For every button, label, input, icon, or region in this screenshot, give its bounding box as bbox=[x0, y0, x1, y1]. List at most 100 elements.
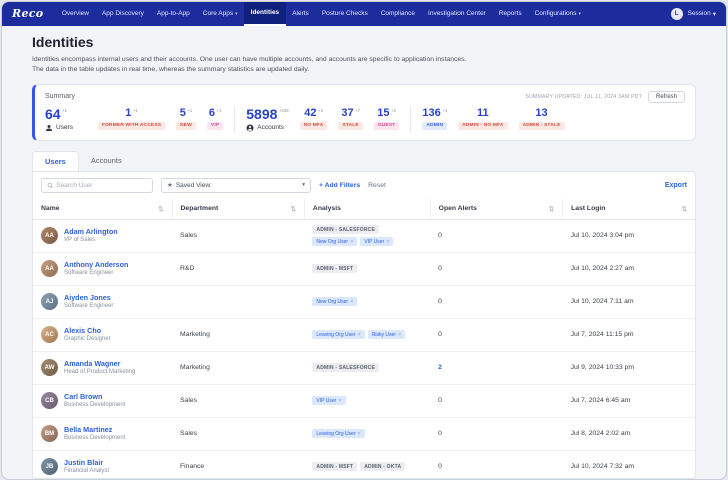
tag-close-icon[interactable]: × bbox=[350, 239, 353, 245]
nav-item-app-discovery[interactable]: App Discovery bbox=[95, 2, 150, 26]
stat-new: 5+1 NEW bbox=[176, 107, 196, 130]
tag-close-icon[interactable]: × bbox=[350, 299, 353, 305]
last-login-cell: Jul 7, 2024 6:45 am bbox=[563, 384, 695, 417]
nav-item-configurations[interactable]: Configurations▾ bbox=[528, 2, 587, 26]
analysis-tag[interactable]: VIP User× bbox=[312, 396, 345, 405]
tag-close-icon[interactable]: × bbox=[358, 332, 361, 338]
table-row[interactable]: BMBella MartinezBusiness Development Sal… bbox=[33, 417, 695, 450]
table-header-row: Name⇅ Department⇅ Analysis Open Alerts⇅ … bbox=[33, 199, 695, 220]
last-login-cell: Jul 9, 2024 10:33 pm bbox=[563, 351, 695, 384]
session-menu[interactable]: Session▾ bbox=[688, 10, 716, 18]
app-window: Reco Overview App Discovery App-to-App C… bbox=[1, 1, 727, 480]
tab-accounts[interactable]: Accounts bbox=[79, 151, 134, 171]
header-last-login[interactable]: Last Login⇅ bbox=[563, 199, 695, 220]
user-name-link[interactable]: Carl Brown bbox=[64, 392, 125, 401]
analysis-tag: ADMIN - SALESFORCE bbox=[312, 225, 379, 234]
nav-item-identities[interactable]: Identities bbox=[244, 2, 286, 26]
table-row[interactable]: CBCarl BrownBusiness Development Sales V… bbox=[33, 384, 695, 417]
analysis-tag[interactable]: VIP User× bbox=[360, 237, 393, 246]
nav-item-reports[interactable]: Reports bbox=[492, 2, 528, 26]
tag-close-icon[interactable]: × bbox=[338, 398, 341, 404]
table-row[interactable]: AAAnthony AndersonSoftware Engineer R&D … bbox=[33, 252, 695, 285]
department-cell: Marketing bbox=[172, 351, 304, 384]
table-row[interactable]: AJAiyden JonesSoftware Engineer New Org … bbox=[33, 285, 695, 318]
status-badge: VIP bbox=[207, 122, 223, 130]
tag-close-icon[interactable]: × bbox=[358, 431, 361, 437]
analysis-tag: ADMIN - SALESFORCE bbox=[312, 363, 379, 372]
summary-stats-row: 64+1 Users 1+1 FORMER WITH ACCESS 5+1 NE… bbox=[45, 107, 685, 132]
analysis-tag[interactable]: New Org User× bbox=[312, 297, 357, 306]
user-name-link[interactable]: Aiyden Jones bbox=[64, 293, 113, 302]
nav-item-core-apps[interactable]: Core Apps▾ bbox=[196, 2, 244, 26]
user-avatar[interactable]: L bbox=[671, 8, 683, 20]
open-alerts-count: 0 bbox=[438, 232, 442, 239]
analysis-tag[interactable]: New Org User× bbox=[312, 237, 357, 246]
user-name-link[interactable]: Adam Arlington bbox=[64, 227, 118, 236]
open-alerts-count: 0 bbox=[438, 331, 442, 338]
export-button[interactable]: Export bbox=[665, 182, 687, 189]
analysis-tag[interactable]: Leaving Org User× bbox=[312, 429, 364, 438]
nav-item-compliance[interactable]: Compliance bbox=[374, 2, 421, 26]
department-cell: Sales bbox=[172, 384, 304, 417]
status-badge: NO MFA bbox=[300, 122, 328, 130]
user-name-link[interactable]: Anthony Anderson bbox=[64, 260, 128, 269]
user-name-link[interactable]: Alexis Cho bbox=[64, 326, 111, 335]
department-cell: Sales bbox=[172, 219, 304, 252]
divider bbox=[410, 107, 411, 132]
open-alerts-link[interactable]: 2 bbox=[438, 364, 442, 371]
reset-button[interactable]: Reset bbox=[368, 182, 386, 189]
page-description: Identities encompass internal users and … bbox=[32, 55, 696, 76]
reco-logo[interactable]: Reco bbox=[12, 7, 43, 20]
saved-view-dropdown[interactable]: ★ Saved View: ▾ bbox=[161, 178, 311, 193]
user-title: VP of Sales bbox=[64, 237, 118, 245]
header-analysis[interactable]: Analysis bbox=[304, 199, 430, 220]
status-badge: GUEST bbox=[374, 122, 400, 130]
header-name[interactable]: Name⇅ bbox=[33, 199, 172, 220]
table-row[interactable]: ACAlexis ChoGraphic Designer Marketing L… bbox=[33, 318, 695, 351]
divider bbox=[234, 107, 235, 132]
search-box bbox=[41, 178, 153, 193]
star-icon: ★ bbox=[167, 181, 173, 189]
users-table-panel: ★ Saved View: ▾ + Add Filters Reset Expo… bbox=[32, 171, 696, 479]
nav-item-app-to-app[interactable]: App-to-App bbox=[150, 2, 196, 26]
analysis-tag: ADMIN - OKTA bbox=[360, 462, 405, 471]
analysis-tag[interactable]: Leaving Org User× bbox=[312, 330, 364, 339]
analysis-tag[interactable]: Risky User× bbox=[368, 330, 405, 339]
nav-item-investigation-center[interactable]: Investigation Center bbox=[422, 2, 493, 26]
analysis-tag: ADMIN - MSFT bbox=[312, 264, 357, 273]
open-alerts-count: 0 bbox=[438, 430, 442, 437]
add-filters-button[interactable]: + Add Filters bbox=[319, 182, 360, 189]
nav-item-alerts[interactable]: Alerts bbox=[286, 2, 316, 26]
nav-right-area: L Session▾ bbox=[671, 8, 716, 20]
status-badge: ADMIN - NO MFA bbox=[458, 122, 507, 130]
user-name-link[interactable]: Justin Blair bbox=[64, 458, 109, 467]
table-row[interactable]: AWAmanda WagnerHead of Product Marketing… bbox=[33, 351, 695, 384]
header-department[interactable]: Department⇅ bbox=[172, 199, 304, 220]
nav-item-overview[interactable]: Overview bbox=[55, 2, 95, 26]
user-title: Head of Product Marketing bbox=[64, 369, 135, 377]
user-title: Business Development bbox=[64, 402, 125, 410]
tag-close-icon[interactable]: × bbox=[386, 239, 389, 245]
top-navigation: Reco Overview App Discovery App-to-App C… bbox=[2, 2, 726, 26]
table-row[interactable]: AAAdam ArlingtonVP of Sales Sales ADMIN … bbox=[33, 219, 695, 252]
status-badge: STALE bbox=[338, 122, 362, 130]
table-row[interactable]: JBJustin BlairFinancial Analyst Finance … bbox=[33, 450, 695, 478]
open-alerts-count: 0 bbox=[438, 298, 442, 305]
status-badge: FORMER WITH ACCESS bbox=[98, 122, 165, 130]
sort-icon: ⇅ bbox=[158, 205, 163, 213]
nav-menu: Overview App Discovery App-to-App Core A… bbox=[55, 2, 587, 26]
stat-vip: 6+1 VIP bbox=[207, 107, 223, 130]
search-input[interactable] bbox=[56, 182, 147, 189]
tag-close-icon[interactable]: × bbox=[398, 332, 401, 338]
chevron-down-icon: ▾ bbox=[302, 182, 305, 188]
user-title: Graphic Designer bbox=[64, 336, 111, 344]
avatar: AJ bbox=[41, 293, 58, 310]
refresh-button[interactable]: Refresh bbox=[648, 91, 685, 103]
nav-item-posture-checks[interactable]: Posture Checks bbox=[315, 2, 374, 26]
user-name-link[interactable]: Bella Martinez bbox=[64, 425, 125, 434]
avatar: AA bbox=[41, 260, 58, 277]
header-open-alerts[interactable]: Open Alerts⇅ bbox=[430, 199, 562, 220]
status-badge: ADMIN - STALE bbox=[519, 122, 565, 130]
tab-users[interactable]: Users bbox=[32, 151, 79, 171]
user-name-link[interactable]: Amanda Wagner bbox=[64, 359, 135, 368]
